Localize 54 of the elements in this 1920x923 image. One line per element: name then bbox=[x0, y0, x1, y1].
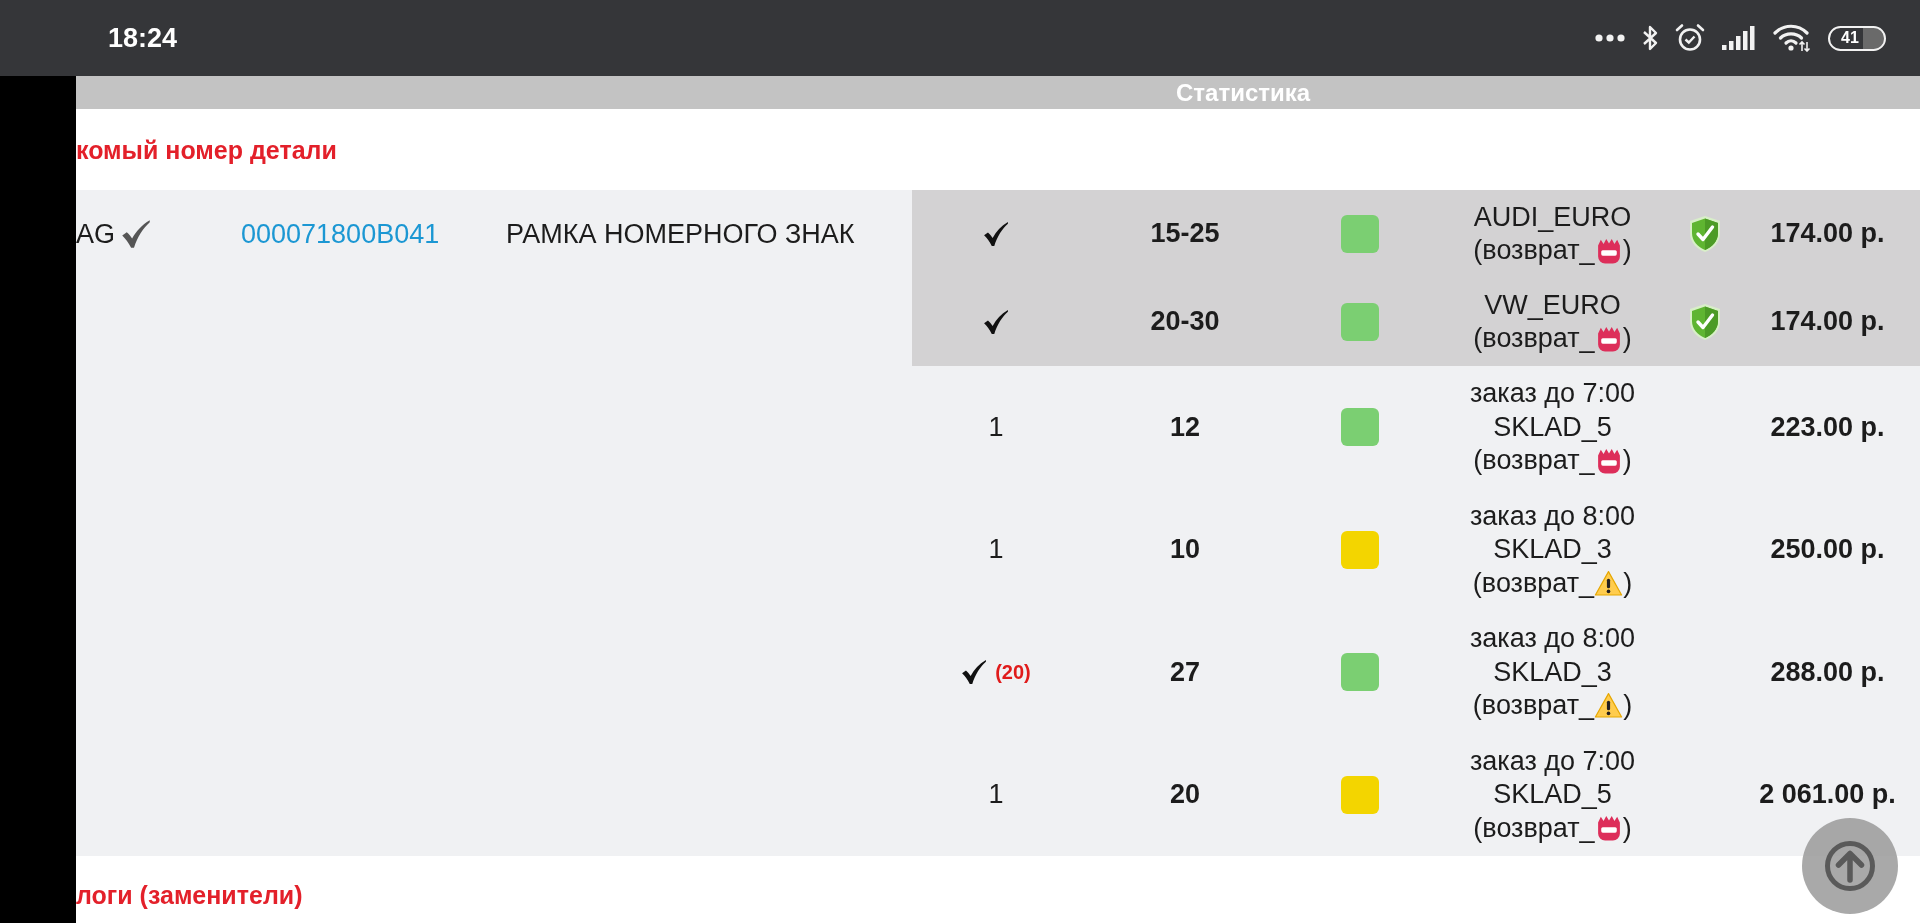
warehouse-name: SKLAD_3 bbox=[1493, 655, 1612, 689]
closing-parenthesis: ) bbox=[1622, 444, 1632, 477]
closing-parenthesis: ) bbox=[1622, 811, 1632, 845]
closing-parenthesis: ) bbox=[1622, 322, 1632, 355]
signal-strength-icon bbox=[1722, 26, 1756, 50]
stock-quantity: 1 bbox=[988, 410, 1004, 444]
price: 250.00 р. bbox=[1770, 533, 1885, 566]
stock-note: (20) bbox=[995, 659, 1031, 685]
warehouse-name: AUDI_EURO bbox=[1473, 200, 1632, 234]
order-deadline: заказ до 7:00 bbox=[1469, 377, 1636, 410]
return-label: (возврат_ bbox=[1473, 322, 1595, 355]
order-deadline: заказ до 8:00 bbox=[1469, 499, 1636, 533]
order-deadline: заказ до 8:00 bbox=[1469, 622, 1636, 655]
warehouse-name: VW_EURO bbox=[1484, 288, 1621, 322]
price: 174.00 р. bbox=[1770, 217, 1885, 251]
return-label: (возврат_ bbox=[1473, 444, 1595, 477]
delivery-days: 12 bbox=[1169, 410, 1200, 444]
delivery-days: 15-25 bbox=[1150, 217, 1220, 251]
brand-name: AG bbox=[76, 217, 115, 251]
column-header: Статистика bbox=[1176, 78, 1311, 108]
delivery-days: 20 bbox=[1169, 778, 1200, 812]
price: 223.00 р. bbox=[1770, 410, 1885, 444]
price: 174.00 р. bbox=[1770, 305, 1885, 339]
closing-parenthesis: ) bbox=[1623, 566, 1633, 600]
return-label: (возврат_ bbox=[1473, 811, 1595, 845]
warehouse-name: SKLAD_5 bbox=[1493, 778, 1612, 811]
warning-icon bbox=[1594, 569, 1624, 597]
wifi-icon bbox=[1773, 24, 1811, 52]
stock-quantity: 1 bbox=[988, 533, 1004, 566]
warehouse-name: SKLAD_3 bbox=[1493, 533, 1612, 566]
delivery-days: 10 bbox=[1169, 533, 1200, 567]
stock-quantity: 1 bbox=[988, 778, 1004, 811]
price: 2 061.00 р. bbox=[1759, 778, 1896, 811]
delivery-days: 27 bbox=[1169, 655, 1200, 689]
arrow-up-icon bbox=[1824, 840, 1876, 892]
closing-parenthesis: ) bbox=[1622, 234, 1632, 267]
warning-icon bbox=[1594, 692, 1624, 720]
order-deadline: заказ до 7:00 bbox=[1469, 744, 1636, 778]
warehouse-name: SKLAD_5 bbox=[1493, 410, 1612, 444]
return-label: (возврат_ bbox=[1473, 234, 1595, 267]
return-label: (возврат_ bbox=[1472, 689, 1595, 722]
price: 288.00 р. bbox=[1770, 655, 1885, 689]
section-heading: комый номер детали bbox=[76, 134, 337, 165]
return-label: (возврат_ bbox=[1472, 566, 1595, 600]
clock-time: 18:24 bbox=[108, 22, 178, 54]
battery-indicator: 41 bbox=[1828, 25, 1886, 51]
part-number-link[interactable]: 000071800B041 bbox=[241, 218, 440, 249]
section-heading: логи (заменители) bbox=[76, 879, 303, 910]
delivery-days: 20-30 bbox=[1150, 305, 1220, 339]
bluetooth-icon bbox=[1642, 24, 1658, 52]
alarm-clock-icon bbox=[1675, 23, 1705, 53]
closing-parenthesis: ) bbox=[1623, 689, 1633, 722]
more-dots-icon bbox=[1595, 34, 1625, 42]
part-description: РАМКА НОМЕРНОГО ЗНАК bbox=[506, 217, 855, 251]
